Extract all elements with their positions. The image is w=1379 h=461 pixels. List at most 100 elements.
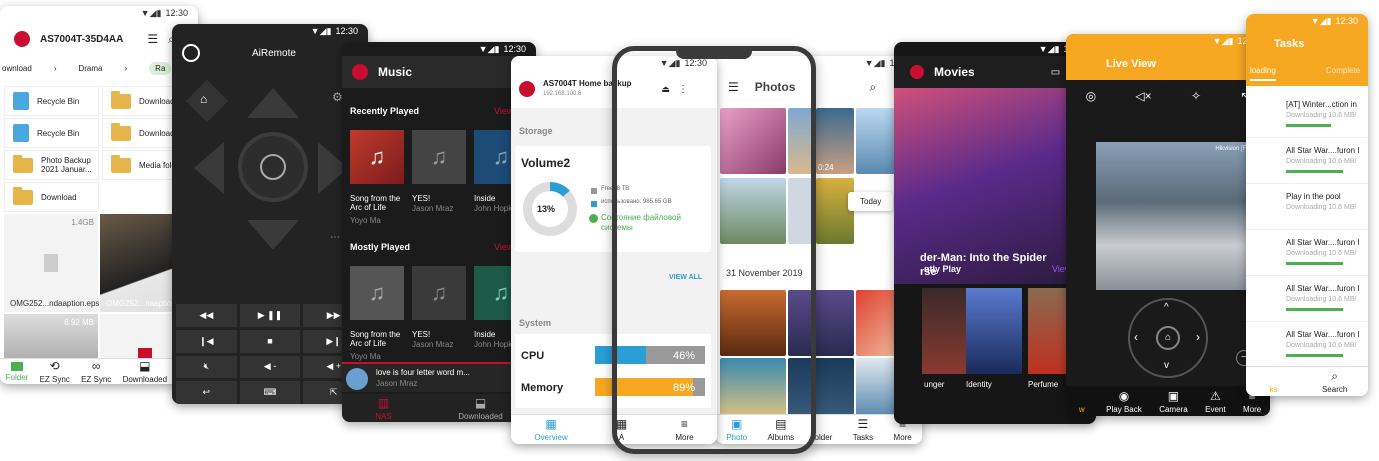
breadcrumb-ra[interactable]: Ra: [149, 61, 172, 75]
bottom-nav: ▦ Overview ▦ A ≡ More: [511, 414, 717, 444]
menu-icon[interactable]: ☰: [728, 80, 739, 94]
now-playing-title: love is four letter word m...: [376, 368, 470, 377]
search-icon[interactable]: ⌕: [869, 80, 876, 95]
grid-item-recycle-bin[interactable]: Recycle Bin: [4, 118, 99, 148]
album-cover[interactable]: ♫: [350, 130, 404, 184]
previous-button[interactable]: ❙◀: [176, 329, 237, 353]
stop-button[interactable]: ■: [239, 329, 301, 353]
task-row[interactable]: All Star War....furon I Downloading 10.6 …: [1246, 140, 1368, 184]
photo-thumb[interactable]: [788, 290, 854, 356]
folder-icon: [111, 122, 131, 141]
device-ip: 192.168.100.6: [543, 91, 582, 97]
grid-item-recycle-bin[interactable]: Recycle Bin: [4, 86, 99, 116]
breadcrumb-download[interactable]: ownload: [2, 64, 32, 73]
ptz-icon[interactable]: ✧: [1191, 89, 1201, 103]
album-cover[interactable]: ♫: [412, 266, 466, 320]
ptz-home-button[interactable]: ⌂: [1156, 326, 1180, 350]
link-icon: ∞: [91, 359, 101, 373]
now-playing-bar[interactable]: love is four letter word m... Jason Mraz…: [342, 362, 536, 392]
recycle-bin-icon: [13, 124, 29, 142]
album-cover[interactable]: ♫: [350, 266, 404, 320]
nav-label: More: [675, 433, 694, 442]
task-row[interactable]: All Star War....furon I Downloading 10.6 …: [1246, 324, 1368, 368]
nav-a[interactable]: ▦ A: [615, 417, 629, 442]
nav-camera[interactable]: ▣ Camera: [1159, 389, 1187, 414]
breadcrumb-drama[interactable]: Drama: [78, 64, 102, 73]
nav-ez-sync-2[interactable]: ∞ EZ Sync: [81, 359, 111, 384]
nav-folder[interactable]: older: [815, 417, 833, 442]
nav-ez-sync[interactable]: ⟲ EZ Sync: [40, 359, 70, 384]
list-view-icon[interactable]: ☰: [147, 32, 158, 46]
ok-button[interactable]: [260, 154, 286, 180]
task-name: Play in the pool: [1286, 192, 1341, 201]
back-button[interactable]: ↩: [176, 381, 237, 404]
nav-tasks[interactable]: ☰ Tasks: [853, 417, 873, 442]
nav-downloaded[interactable]: ⬓ Downloaded: [458, 396, 502, 421]
volume-down-button[interactable]: ◀ -: [239, 355, 301, 379]
photo-thumb[interactable]: [816, 178, 854, 244]
nav-downloaded[interactable]: ⬓ Downloaded: [123, 359, 167, 384]
task-row[interactable]: [AT] Winter...ction in Downloading 10.6 M…: [1246, 94, 1368, 138]
album-cover[interactable]: ♫: [412, 130, 466, 184]
photo-thumb[interactable]: [720, 178, 786, 244]
nav-albums[interactable]: ▤ Albums: [767, 417, 794, 442]
task-row[interactable]: All Star War....furon I Downloading 10.6 …: [1246, 278, 1368, 322]
file-name: OMG252...naaption: [106, 299, 176, 308]
nav-event[interactable]: ⚠ Event: [1205, 389, 1225, 414]
photo-thumb[interactable]: [720, 358, 786, 416]
nav-playback[interactable]: ◉ Play Back: [1106, 389, 1142, 414]
nav-search[interactable]: ⌕ Search: [1322, 369, 1347, 394]
photo-thumb[interactable]: [788, 178, 814, 244]
today-chip[interactable]: Today: [848, 192, 894, 211]
volume-card[interactable]: Volume2 13% Free: 8 TB использовано: 985…: [515, 146, 711, 252]
photo-thumb[interactable]: [788, 108, 814, 174]
ptz-right-button[interactable]: ›: [1196, 330, 1200, 344]
photo-thumb[interactable]: 0:24: [816, 108, 854, 174]
ptz-left-button[interactable]: ‹: [1134, 330, 1138, 344]
grid-item-download[interactable]: Download: [4, 182, 99, 212]
nav-tasks[interactable]: ks: [1267, 369, 1281, 394]
tab-downloading[interactable]: loading: [1250, 66, 1276, 81]
more-icon[interactable]: ⋯: [330, 232, 340, 243]
snapshot-icon[interactable]: ◎: [1086, 89, 1096, 103]
nav-nas[interactable]: ▥ NAS: [375, 396, 391, 421]
movie-poster[interactable]: [966, 288, 1022, 374]
rewind-button[interactable]: ◀◀: [176, 304, 237, 327]
task-status: Downloading 10.6 MB/: [1286, 296, 1357, 303]
recycle-bin-icon: [13, 92, 29, 110]
photo-thumb[interactable]: [788, 358, 854, 416]
nav-live[interactable]: w: [1075, 389, 1089, 414]
mute-button[interactable]: 🔇︎: [176, 355, 237, 379]
dpad-left-button[interactable]: [194, 142, 224, 194]
app-header: Tasks loading Complete: [1246, 28, 1368, 86]
nav-folder[interactable]: Folder: [6, 361, 28, 382]
nav-photo[interactable]: ▣ Photo: [726, 417, 747, 442]
tab-complete[interactable]: Complete: [1326, 66, 1360, 75]
mute-icon[interactable]: ◁×: [1135, 89, 1151, 103]
eject-icon[interactable]: ⏏: [661, 84, 670, 95]
cast-icon[interactable]: ▭: [1051, 67, 1060, 78]
app-header: AS7004T-35D4AA ☰ ⌕: [0, 20, 198, 58]
ptz-down-button[interactable]: v: [1164, 360, 1169, 371]
item-label: Download: [139, 96, 175, 106]
dpad-down-button[interactable]: [247, 220, 299, 250]
file-tile-eps[interactable]: 1.4GB OMG252...ndaaption.eps: [4, 214, 99, 312]
ptz-up-button[interactable]: ^: [1164, 302, 1169, 313]
nav-more[interactable]: ≡ More: [675, 417, 693, 442]
task-row[interactable]: All Star War....furon I Downloading 10.6 …: [1246, 232, 1368, 276]
nav-label: w: [1078, 404, 1085, 414]
grid-item-photo-backup[interactable]: Photo Backup 2021 Januar...: [4, 150, 99, 180]
bottom-nav: Folder ⟲EZ Sync ∞EZ Sync ⬓Downloaded T: [0, 358, 198, 384]
dpad-up-button[interactable]: [247, 88, 299, 118]
more-vert-icon[interactable]: ⋮: [678, 84, 688, 95]
nav-overview[interactable]: ▦ Overview: [534, 417, 567, 442]
keyboard-button[interactable]: ⌨: [239, 381, 301, 404]
camera-feed[interactable]: Hikvision [FPS 3.0]: [1096, 142, 1270, 290]
photo-thumb[interactable]: [720, 108, 786, 174]
photo-thumb[interactable]: [720, 290, 786, 356]
view-all-link[interactable]: VIEW ALL: [669, 274, 702, 281]
apps-icon: ▦: [615, 417, 628, 431]
task-row[interactable]: Play in the pool Downloading 10.6 MB/: [1246, 186, 1368, 230]
file-tile-winter-photo[interactable]: 6.92 MB: [4, 314, 98, 364]
play-pause-button[interactable]: ▶ ❚❚: [239, 304, 301, 327]
